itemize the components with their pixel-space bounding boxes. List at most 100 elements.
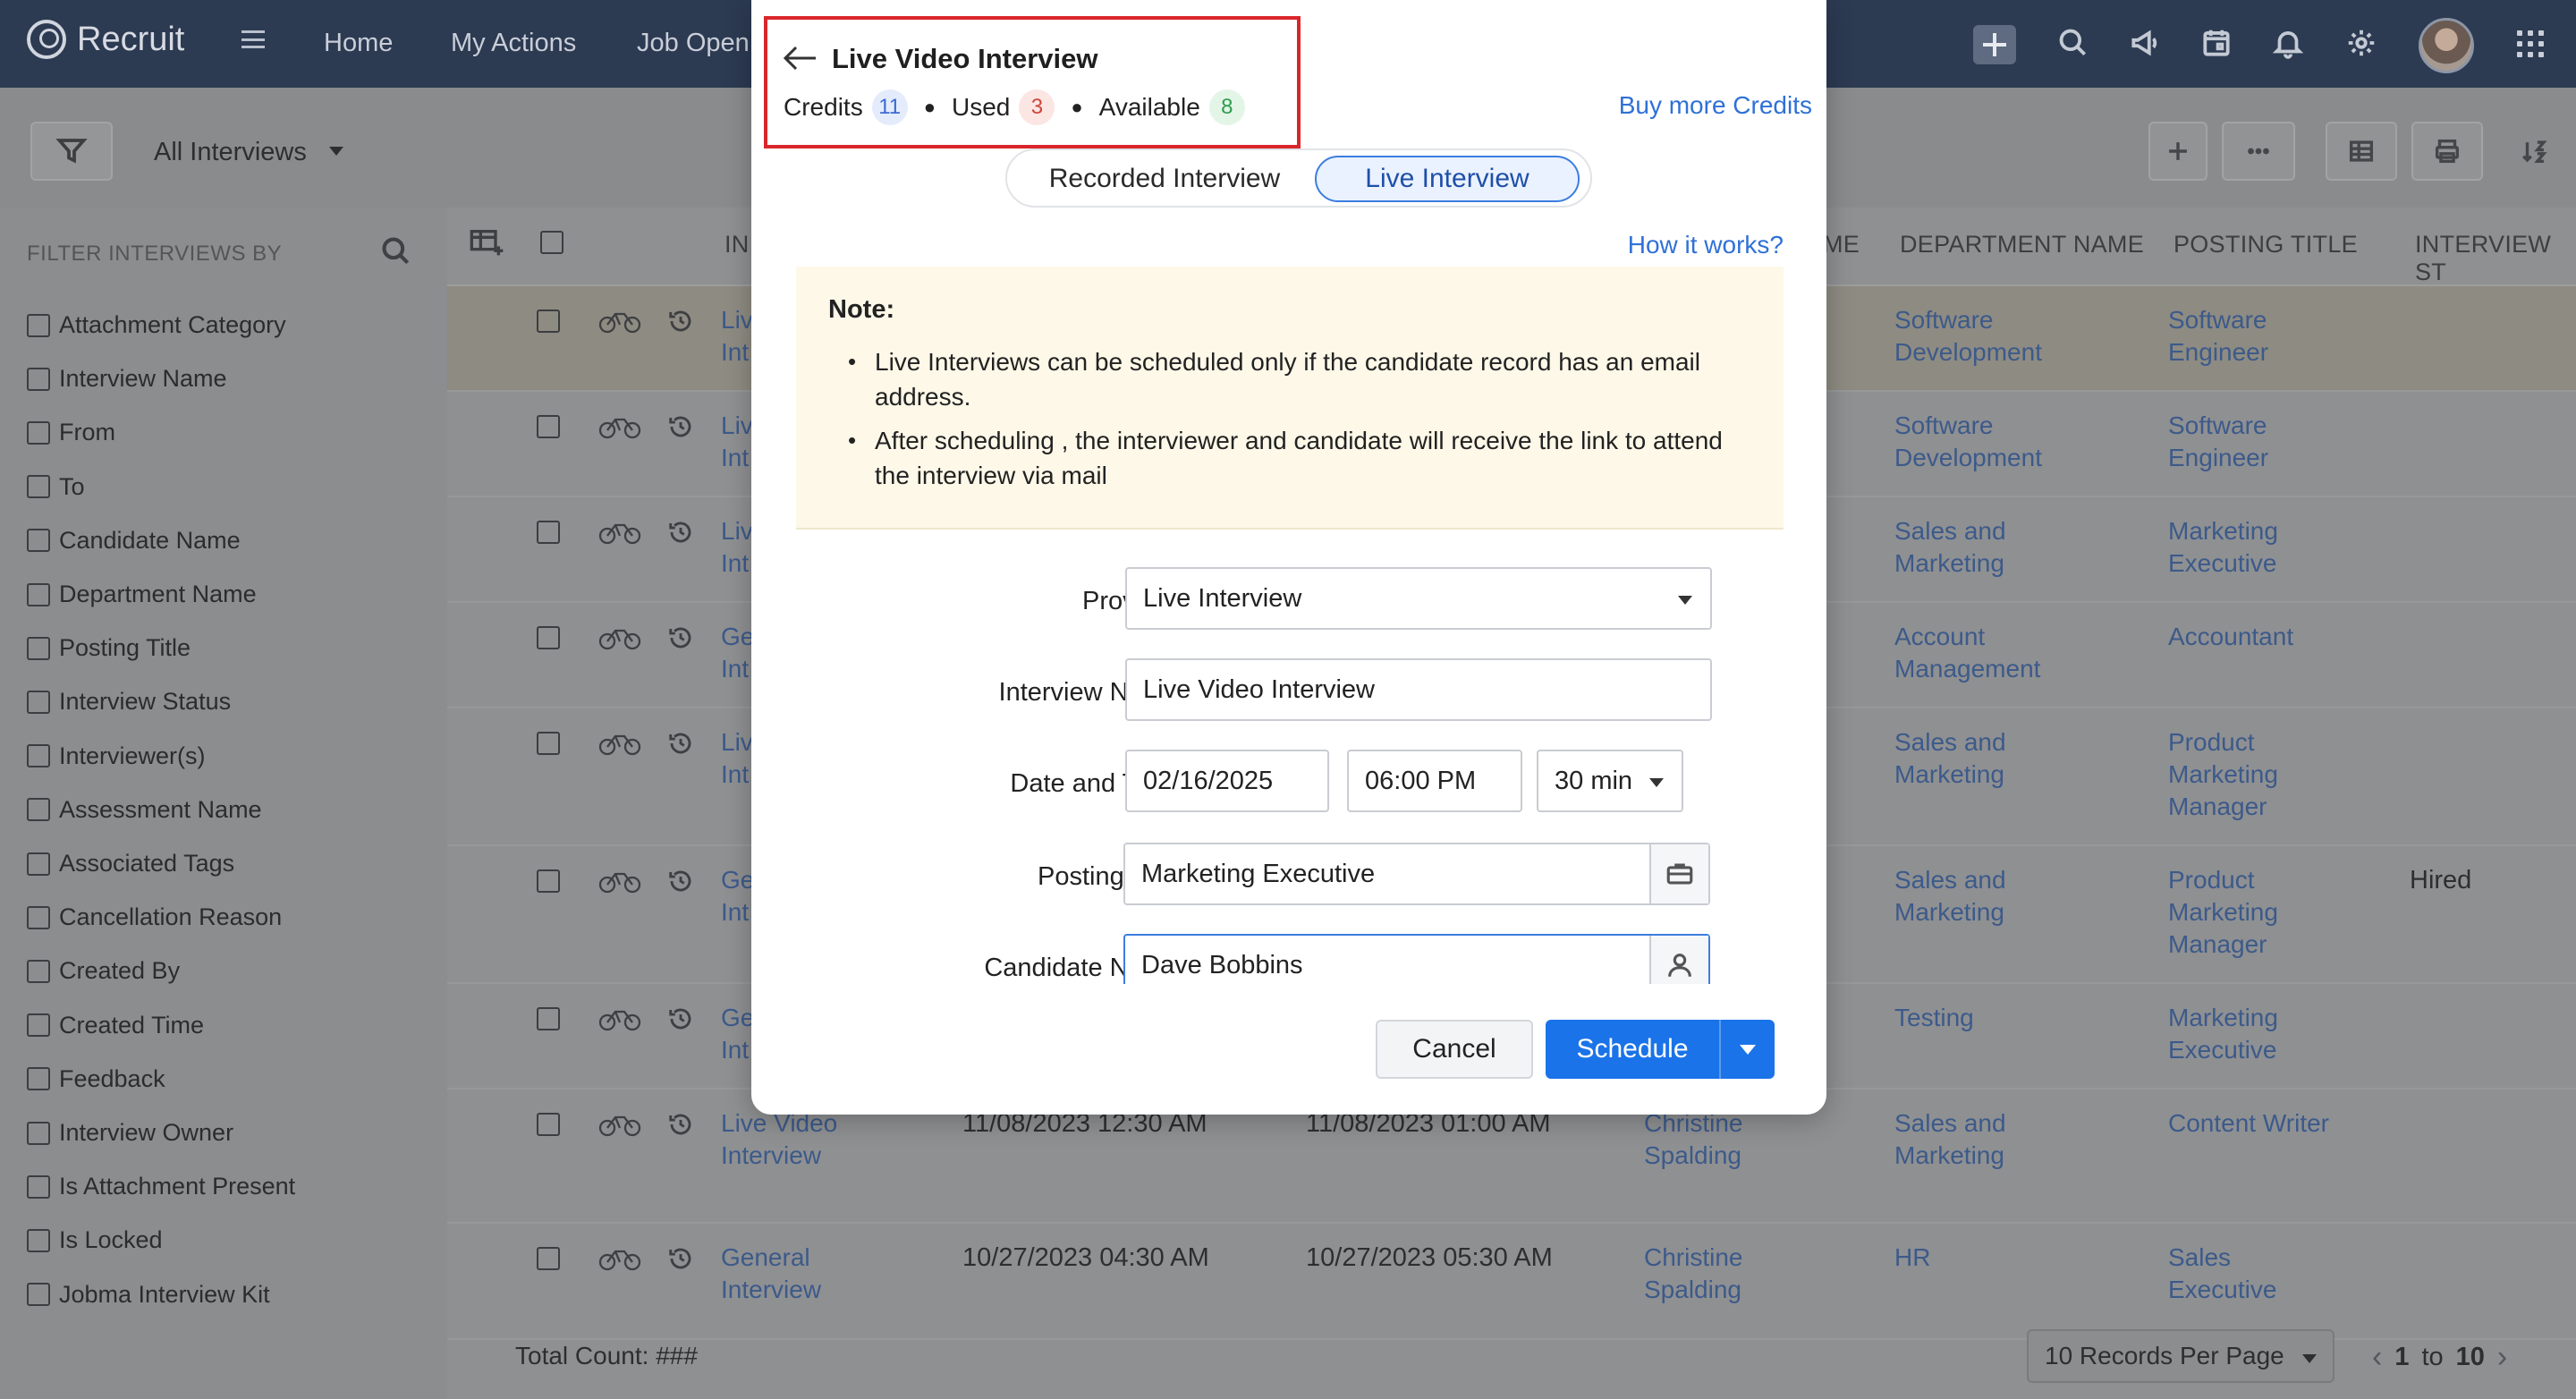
buy-more-credits-link[interactable]: Buy more Credits xyxy=(1619,91,1812,120)
posting-title-link[interactable]: Sales xyxy=(2168,1242,2231,1274)
column-header-candidate-name[interactable]: ME xyxy=(1823,231,1860,259)
history-icon[interactable] xyxy=(667,413,694,440)
row-checkbox[interactable] xyxy=(537,869,560,893)
history-icon[interactable] xyxy=(667,1005,694,1032)
history-icon[interactable] xyxy=(667,1111,694,1138)
filter-checkbox[interactable] xyxy=(27,690,50,714)
interview-name-link[interactable]: Liv xyxy=(721,515,753,547)
table-view-button[interactable] xyxy=(2326,122,2397,181)
posting-title-link[interactable]: Engineer xyxy=(2168,336,2268,369)
department-name[interactable]: Marketing xyxy=(1894,1140,2004,1172)
column-header-interview-name[interactable]: IN xyxy=(724,231,750,259)
posting-title-field[interactable]: Marketing Executive xyxy=(1123,843,1710,905)
filter-option[interactable]: To xyxy=(27,473,85,501)
candidate-name-field[interactable]: Dave Bobbins xyxy=(1123,934,1710,984)
department-name[interactable]: Marketing xyxy=(1894,547,2004,580)
filter-option[interactable]: Candidate Name xyxy=(27,527,241,555)
nav-home[interactable]: Home xyxy=(324,29,393,58)
filter-checkbox[interactable] xyxy=(27,313,50,337)
bicycle-icon[interactable] xyxy=(597,624,642,651)
person-lookup-icon[interactable] xyxy=(1649,936,1708,984)
add-record-button[interactable] xyxy=(2148,122,2207,181)
interview-name-link[interactable]: Int xyxy=(721,896,749,928)
bicycle-icon[interactable] xyxy=(597,730,642,757)
filter-checkbox[interactable] xyxy=(27,1228,50,1252)
filter-checkbox[interactable] xyxy=(27,1174,50,1199)
filter-checkbox[interactable] xyxy=(27,367,50,391)
back-arrow-icon[interactable] xyxy=(782,45,818,72)
history-icon[interactable] xyxy=(667,1245,694,1272)
row-checkbox[interactable] xyxy=(537,521,560,544)
filter-checkbox[interactable] xyxy=(27,959,50,983)
column-header-department-name[interactable]: DEPARTMENT NAME xyxy=(1900,231,2144,259)
filter-option[interactable]: Cancellation Reason xyxy=(27,903,282,931)
interview-name-link[interactable]: Int xyxy=(721,759,749,791)
schedule-options-chevron-icon[interactable] xyxy=(1721,1020,1775,1079)
filter-option[interactable]: From xyxy=(27,419,115,446)
filter-option[interactable]: Interviewer(s) xyxy=(27,742,206,770)
filter-checkbox[interactable] xyxy=(27,582,50,606)
bicycle-icon[interactable] xyxy=(597,868,642,895)
posting-title-link[interactable]: Marketing xyxy=(2168,896,2278,928)
column-settings-icon[interactable] xyxy=(467,225,506,261)
duration-select[interactable]: 30 min xyxy=(1537,750,1683,812)
filter-checkbox[interactable] xyxy=(27,1121,50,1145)
department-name[interactable]: Software xyxy=(1894,304,1994,336)
posting-title-link[interactable]: Content Writer xyxy=(2168,1107,2329,1140)
interview-name-link[interactable]: Int xyxy=(721,653,749,685)
department-name[interactable]: Marketing xyxy=(1894,759,2004,791)
chevron-down-icon[interactable] xyxy=(329,147,343,156)
sort-button[interactable] xyxy=(2508,122,2562,181)
interview-name-link[interactable]: Liv xyxy=(721,726,753,759)
department-name[interactable]: Sales and xyxy=(1894,1107,2006,1140)
interview-name-link[interactable]: Liv xyxy=(721,410,753,442)
view-selector[interactable]: All Interviews xyxy=(154,138,307,167)
filter-toggle-button[interactable] xyxy=(30,122,113,181)
row-checkbox[interactable] xyxy=(537,626,560,649)
posting-title-link[interactable]: Software xyxy=(2168,304,2267,336)
department-name[interactable]: HR xyxy=(1894,1242,1930,1274)
filter-option[interactable]: Associated Tags xyxy=(27,850,234,878)
posting-title-link[interactable]: Marketing xyxy=(2168,1002,2278,1034)
cancel-button[interactable]: Cancel xyxy=(1376,1020,1533,1079)
row-checkbox[interactable] xyxy=(537,732,560,755)
filter-checkbox[interactable] xyxy=(27,529,50,553)
filter-checkbox[interactable] xyxy=(27,744,50,768)
filter-checkbox[interactable] xyxy=(27,798,50,822)
row-checkbox[interactable] xyxy=(537,1113,560,1136)
filter-option[interactable]: Attachment Category xyxy=(27,311,286,339)
nav-my-actions[interactable]: My Actions xyxy=(451,29,576,58)
user-avatar[interactable] xyxy=(2419,18,2474,73)
calendar-icon[interactable] xyxy=(2197,23,2236,63)
bell-icon[interactable] xyxy=(2268,23,2308,63)
nav-job-openings[interactable]: Job Open xyxy=(637,29,750,58)
gear-icon[interactable] xyxy=(2342,23,2381,63)
bicycle-icon[interactable] xyxy=(597,308,642,335)
history-icon[interactable] xyxy=(667,624,694,651)
department-name[interactable]: Marketing xyxy=(1894,896,2004,928)
interview-name-link[interactable]: Ge xyxy=(721,1002,754,1034)
table-row[interactable]: General Interview 10/27/2023 04:30 AM 10/27… xyxy=(447,1224,2576,1340)
schedule-button[interactable]: Schedule xyxy=(1546,1020,1721,1079)
bicycle-icon[interactable] xyxy=(597,1111,642,1138)
department-name[interactable]: Software xyxy=(1894,410,1994,442)
department-name[interactable]: Management xyxy=(1894,653,2040,685)
posting-title-link[interactable]: Manager xyxy=(2168,791,2267,823)
department-name[interactable]: Sales and xyxy=(1894,726,2006,759)
posting-title-link[interactable]: Software xyxy=(2168,410,2267,442)
interview-name-link[interactable]: Interview xyxy=(721,1140,821,1172)
interview-name-link[interactable]: Ge xyxy=(721,864,754,896)
apps-grid-icon[interactable] xyxy=(2517,30,2544,57)
provider-select[interactable]: Live Interview xyxy=(1125,567,1712,630)
filter-option[interactable]: Jobma Interview Kit xyxy=(27,1281,270,1309)
interview-name-field[interactable]: Live Video Interview xyxy=(1125,658,1712,721)
how-it-works-link[interactable]: How it works? xyxy=(1628,231,1784,259)
filter-checkbox[interactable] xyxy=(27,420,50,445)
department-name[interactable]: Sales and xyxy=(1894,515,2006,547)
interview-name-link[interactable]: General xyxy=(721,1242,810,1274)
row-checkbox[interactable] xyxy=(537,1007,560,1030)
history-icon[interactable] xyxy=(667,868,694,895)
filter-checkbox[interactable] xyxy=(27,1013,50,1038)
interview-name-link[interactable]: Interview xyxy=(721,1274,821,1306)
quick-create-plus-icon[interactable] xyxy=(1973,25,2016,64)
